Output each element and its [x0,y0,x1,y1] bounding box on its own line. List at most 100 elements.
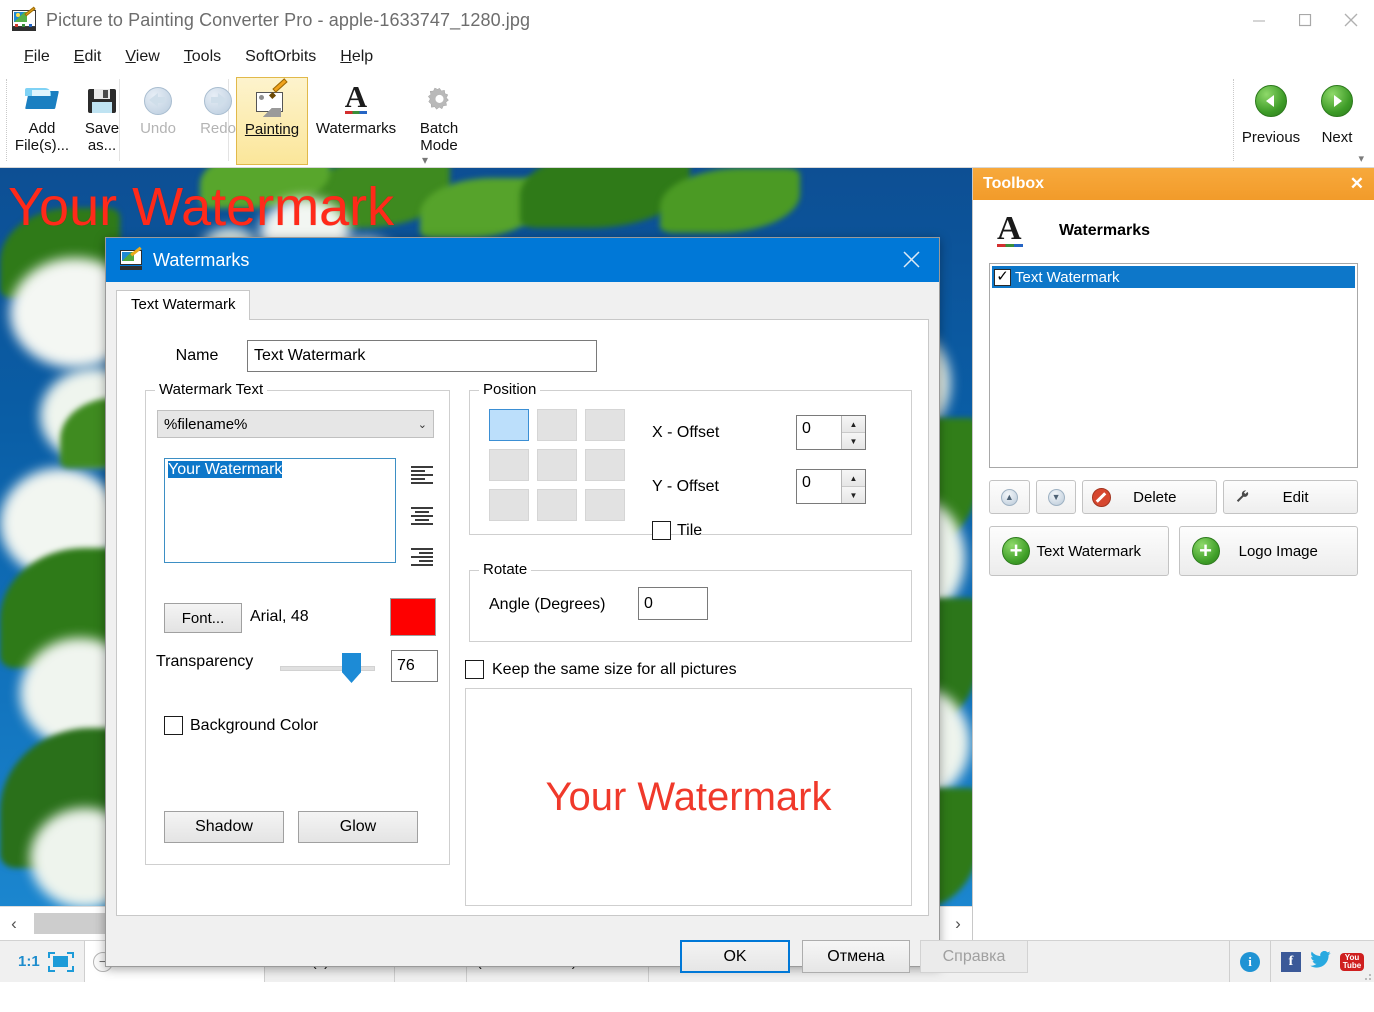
x-offset-down-icon[interactable]: ▼ [842,433,865,449]
align-left-icon[interactable] [411,466,433,484]
redo-label: Redo [200,120,236,137]
tile-checkbox[interactable] [652,521,671,540]
undo-button[interactable]: Undo [128,77,188,165]
chevron-up-icon: ▲ [1000,488,1018,506]
add-logo-image-button[interactable]: + Logo Image [1178,526,1358,576]
y-offset-spinner[interactable]: 0 ▲ ▼ [796,469,866,504]
dialog-tab-pane: Name Watermark Text %filename% ⌄ Your Wa… [116,320,929,916]
position-cell-top-center[interactable] [537,409,577,441]
batch-mode-button[interactable]: Batch Mode ▾ [404,77,474,167]
edit-button[interactable]: Edit [1223,480,1358,514]
align-right-icon[interactable] [411,548,433,566]
toolbar-divider [1233,79,1234,161]
color-swatch-button[interactable] [390,598,436,636]
save-as-button[interactable]: Save as... [72,77,132,165]
toolbar-overflow-icon[interactable]: ▾ [422,153,428,167]
transparency-value-input[interactable] [391,650,438,682]
toolbox-section-title: Watermarks [1059,221,1151,239]
font-button[interactable]: Font... [164,603,242,633]
list-item-label: Text Watermark [1015,268,1120,286]
y-offset-value[interactable]: 0 [797,470,841,503]
move-up-button[interactable]: ▲ [989,480,1030,514]
toolbox-title: Toolbox [983,175,1045,192]
add-text-watermark-label: Text Watermark [1036,542,1141,560]
painting-icon [254,78,290,118]
name-input[interactable] [247,340,597,372]
add-text-watermark-button[interactable]: + Text Watermark [989,526,1169,576]
align-center-icon[interactable] [411,507,433,525]
position-cell-bottom-center[interactable] [537,489,577,521]
maximize-button[interactable] [1282,0,1328,40]
position-cell-middle-left[interactable] [489,449,529,481]
scroll-right-icon[interactable]: › [944,907,972,941]
background-color-checkbox[interactable] [164,716,183,735]
delete-icon [1083,487,1119,507]
item-checkbox[interactable]: ✓ [994,268,1011,286]
toolbox-add-row: + Text Watermark + Logo Image [989,526,1358,576]
youtube-icon[interactable]: You Tube [1340,952,1364,971]
cancel-button[interactable]: Отмена [802,940,910,973]
y-offset-up-icon[interactable]: ▲ [842,470,865,487]
plus-icon: + [1002,537,1030,565]
x-offset-spinner[interactable]: 0 ▲ ▼ [796,415,866,450]
delete-button[interactable]: Delete [1082,480,1218,514]
move-down-button[interactable]: ▼ [1035,480,1077,514]
toolbox-panel: Toolbox ✕ A Watermarks ✓ Text Watermark … [972,168,1374,940]
watermarks-button[interactable]: A Watermarks [308,77,404,165]
menu-view[interactable]: View [113,44,171,70]
keep-size-row[interactable]: Keep the same size for all pictures [465,660,737,679]
menu-tools[interactable]: Tools [172,44,233,70]
toolbar-overflow-icon[interactable]: ▾ [1358,152,1364,165]
twitter-icon[interactable] [1310,950,1331,972]
y-offset-down-icon[interactable]: ▼ [842,487,865,503]
position-cell-middle-center[interactable] [537,449,577,481]
position-cell-middle-right[interactable] [585,449,625,481]
fit-to-window-icon[interactable] [47,951,74,972]
watermark-text-area[interactable]: Your Watermark [164,458,396,563]
background-color-row[interactable]: Background Color [164,716,318,735]
menu-edit[interactable]: Edit [62,44,114,70]
position-cell-top-left[interactable] [489,409,529,441]
menu-help[interactable]: Help [328,44,385,70]
tile-row[interactable]: Tile [652,521,702,540]
info-button[interactable]: i [1230,941,1271,982]
zoom-ratio-label[interactable]: 1:1 [10,953,48,970]
batch-label-2: Mode [420,137,458,154]
shadow-button[interactable]: Shadow [164,811,284,843]
x-offset-value[interactable]: 0 [797,416,841,449]
resize-grip-icon[interactable] [1360,969,1372,981]
scroll-left-icon[interactable]: ‹ [0,907,28,941]
menu-softorbits[interactable]: SoftOrbits [233,44,328,70]
keep-size-checkbox[interactable] [465,660,484,679]
tab-text-watermark[interactable]: Text Watermark [116,290,251,321]
window-title: Picture to Painting Converter Pro - appl… [46,9,531,30]
previous-button[interactable]: Previous [1238,77,1304,165]
ok-button[interactable]: OK [680,940,790,973]
add-files-label-1: Add [28,120,56,137]
close-button[interactable] [1328,0,1374,40]
position-grid[interactable] [489,409,625,521]
position-cell-top-right[interactable] [585,409,625,441]
open-folder-icon [24,83,60,117]
dialog-close-icon[interactable] [885,238,939,282]
position-cell-bottom-right[interactable] [585,489,625,521]
angle-input[interactable] [638,587,708,620]
transparency-slider-thumb[interactable] [342,653,361,683]
x-offset-up-icon[interactable]: ▲ [842,416,865,433]
watermark-list[interactable]: ✓ Text Watermark [989,263,1358,468]
name-row: Name [147,340,597,372]
preview-text: Your Watermark [545,774,832,819]
macro-dropdown[interactable]: %filename% ⌄ [157,410,434,438]
add-files-button[interactable]: Add File(s)... [12,77,72,165]
glow-button[interactable]: Glow [298,811,418,843]
gear-icon [421,83,457,117]
dialog-title-bar: Watermarks [106,238,939,282]
toolbox-close-icon[interactable]: ✕ [1350,174,1364,194]
info-icon: i [1240,951,1260,972]
facebook-icon[interactable]: f [1281,951,1301,972]
menu-file[interactable]: FFileile [12,44,62,70]
minimize-button[interactable] [1236,0,1282,40]
painting-button[interactable]: Painting [236,77,308,165]
position-cell-bottom-left[interactable] [489,489,529,521]
list-item[interactable]: ✓ Text Watermark [992,266,1355,288]
